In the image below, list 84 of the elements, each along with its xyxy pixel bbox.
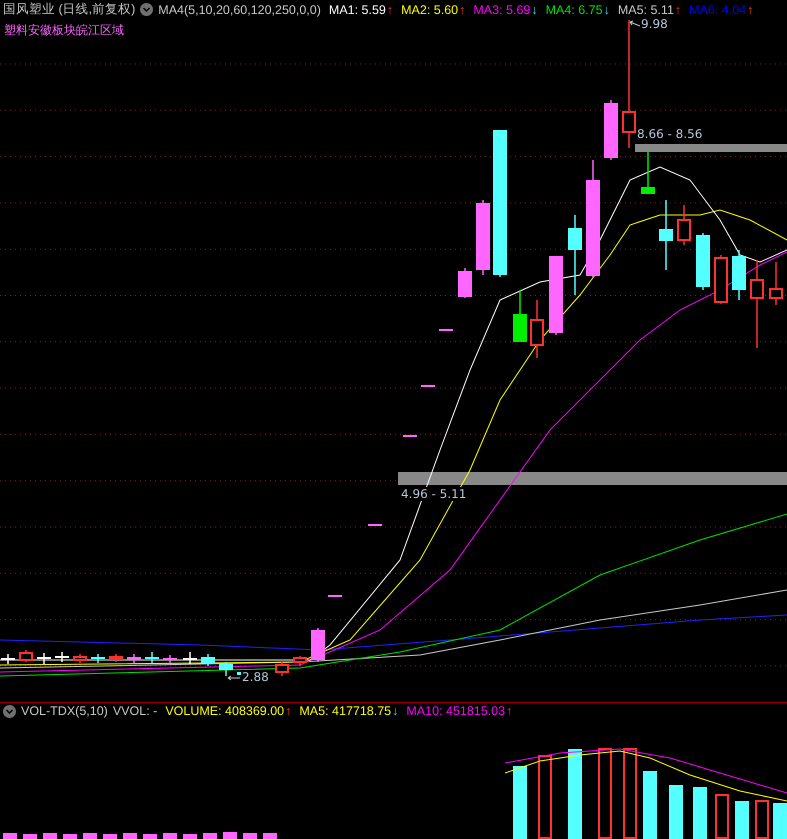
volume-bar [123, 833, 137, 839]
candlestick [311, 628, 325, 662]
trend-arrow: ↓ [392, 704, 398, 718]
price-annotation: 8.66 - 8.56 [636, 127, 704, 141]
candlestick [1, 654, 15, 664]
candlestick [55, 652, 69, 662]
volume-bar [103, 834, 117, 839]
candlestick [163, 655, 177, 663]
volume-bar [693, 787, 707, 839]
leader-line [630, 20, 640, 26]
candlestick [714, 255, 728, 304]
volume-bar [163, 833, 177, 839]
trend-arrow: ↑ [386, 2, 394, 16]
candlestick [368, 524, 382, 526]
candlestick [183, 652, 197, 664]
indicator-reading: MA2: 5.60 [401, 2, 458, 16]
candlestick [91, 654, 105, 663]
volume-bar [23, 834, 37, 839]
indicator-reading: MA3: 5.69 [473, 2, 530, 16]
price-annotation: 9.98 [640, 17, 669, 31]
candlestick [109, 654, 123, 662]
candlestick [201, 654, 215, 666]
indicator-reading: MA6: 4.04 [689, 2, 746, 16]
indicator-reading: MA10: 451815.03 [406, 704, 506, 718]
trend-arrow: ↑ [747, 2, 754, 16]
trend-arrow: ↑ [506, 704, 512, 718]
volume-bar [183, 834, 197, 839]
indicator-reading: MA1: 5.59 [328, 2, 386, 16]
dropdown-icon[interactable] [140, 3, 154, 16]
price-annotation: 4.96 - 5.11 [400, 487, 468, 501]
candlestick [328, 595, 342, 597]
trend-arrow: ↑ [459, 2, 466, 16]
candlestick [513, 290, 527, 342]
candlestick [73, 654, 87, 663]
candlestick [641, 152, 655, 194]
price-annotation: 2.88 [241, 670, 270, 684]
volume-bar [203, 833, 217, 839]
candlestick [696, 233, 710, 290]
vvol-label: VVOL: - [112, 704, 158, 718]
candlestick [439, 329, 453, 331]
candlestick [659, 200, 673, 270]
indicator-name: MA4(5,10,20,60,120,250,0,0) [158, 2, 321, 16]
volume-bar [63, 834, 77, 839]
volume-bar [243, 833, 257, 839]
candlestick [37, 653, 51, 664]
volume-bar [773, 803, 787, 839]
volume-bar [83, 833, 97, 839]
candlestick [293, 656, 307, 666]
volume-bar [669, 785, 683, 839]
candlestick [732, 250, 746, 300]
indicator-reading: MA4: 6.75 [546, 2, 603, 16]
stock-title: 国风塑业 (日线,前复权) [3, 1, 136, 18]
indicator-reading: MA5: 5.11 [618, 2, 674, 16]
indicator-name: VOL-TDX(5,10) [21, 704, 108, 718]
trend-arrow: ↑ [285, 704, 292, 718]
trend-arrow: ↑ [674, 2, 682, 16]
indicator-reading: VOLUME: 408369.00 [165, 704, 284, 718]
candlestick [219, 662, 233, 676]
volume-bar [263, 833, 277, 839]
volume-bar [715, 794, 729, 839]
candlestick [19, 650, 33, 662]
candlestick [530, 300, 544, 358]
trend-arrow: ↓ [531, 2, 538, 16]
candlestick [127, 654, 141, 663]
candlestick [604, 100, 618, 160]
indicator-reading: MA5: 417718.75 [299, 704, 392, 718]
volume-bar [223, 832, 237, 839]
candlestick [145, 652, 159, 664]
candlestick [403, 435, 417, 437]
candlestick [458, 268, 472, 298]
sector-label: 塑料安徽板块皖江区域 [3, 22, 125, 39]
volume-bar [735, 801, 749, 839]
candlestick [677, 205, 691, 245]
volume-bar [3, 833, 17, 839]
candlestick [421, 385, 435, 387]
candlestick [769, 262, 783, 305]
trend-arrow: ↓ [604, 2, 610, 16]
candlestick [275, 662, 289, 676]
volume-bar [755, 800, 769, 839]
volume-bar [643, 771, 657, 839]
volume-bar [43, 833, 57, 839]
volume-bar [143, 834, 157, 839]
dropdown-icon[interactable] [3, 704, 16, 718]
leader-line [228, 676, 240, 680]
